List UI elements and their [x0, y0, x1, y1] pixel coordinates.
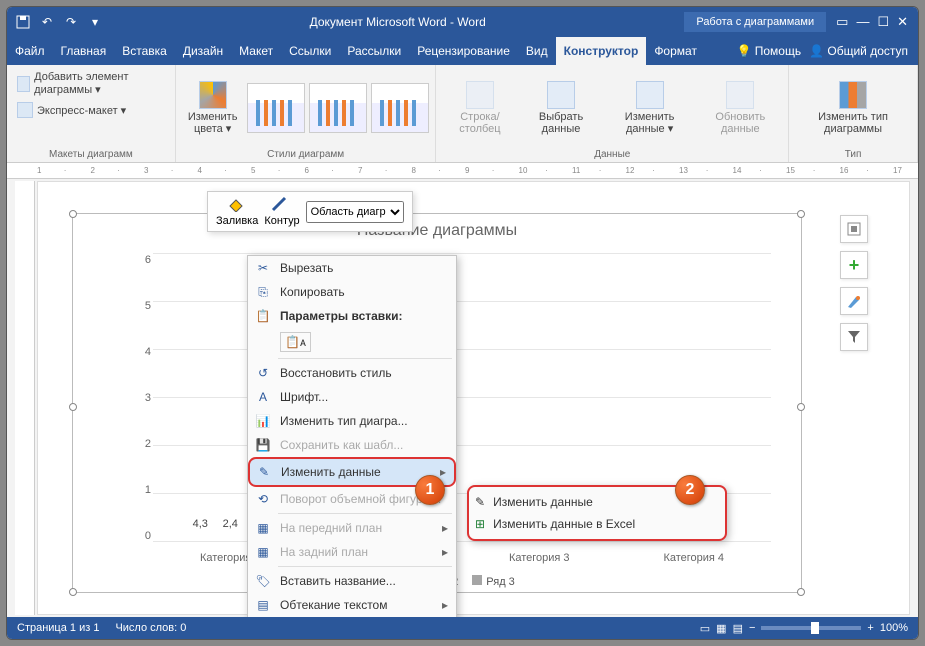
view-readmode-icon[interactable]: ▭	[700, 622, 710, 635]
resize-handle[interactable]	[797, 403, 805, 411]
chart-style-3[interactable]	[371, 83, 429, 133]
resize-handle[interactable]	[69, 210, 77, 218]
ctx-reset-style[interactable]: ↺Восстановить стиль	[248, 361, 456, 385]
change-chart-type-button[interactable]: Изменить тип диаграммы	[795, 77, 911, 139]
chart-style-1[interactable]	[247, 83, 305, 133]
ctx-save-template: 💾Сохранить как шабл...	[248, 433, 456, 457]
tab-constructor[interactable]: Конструктор	[556, 37, 647, 65]
tab-view[interactable]: Вид	[518, 37, 556, 65]
outline-button[interactable]: Контур	[264, 196, 299, 227]
tab-insert[interactable]: Вставка	[114, 37, 175, 65]
tab-format[interactable]: Формат	[646, 37, 705, 65]
ctx-copy[interactable]: ⎘Копировать	[248, 280, 456, 304]
chart-style-gallery[interactable]	[247, 83, 429, 133]
window-title: Документ Microsoft Word - Word	[111, 15, 684, 29]
close-icon[interactable]: ✕	[897, 14, 908, 30]
tab-design[interactable]: Дизайн	[175, 37, 231, 65]
ctx-change-chart-type[interactable]: 📊Изменить тип диагра...	[248, 409, 456, 433]
titlebar: ↶ ↷ ▾ Документ Microsoft Word - Word Раб…	[7, 7, 918, 37]
zoom-in-icon[interactable]: +	[867, 622, 873, 634]
change-colors-button[interactable]: Изменить цвета ▾	[182, 77, 244, 139]
vertical-ruler	[15, 181, 35, 615]
ribbon: Добавить элемент диаграммы ▾ Экспресс-ма…	[7, 65, 918, 163]
select-data-button[interactable]: Выбрать данные	[521, 77, 600, 139]
ctx-insert-caption[interactable]: 🏷Вставить название...	[248, 569, 456, 593]
tab-references[interactable]: Ссылки	[281, 37, 339, 65]
zoom-level[interactable]: 100%	[880, 622, 908, 634]
word-count[interactable]: Число слов: 0	[115, 622, 186, 634]
chart-styles-icon[interactable]	[840, 287, 868, 315]
chart-elements-icon[interactable]: +	[840, 251, 868, 279]
tab-home[interactable]: Главная	[53, 37, 115, 65]
ctx-wrap-text[interactable]: ▤Обтекание текстом▸	[248, 593, 456, 617]
tab-mailings[interactable]: Рассылки	[339, 37, 409, 65]
help-button[interactable]: 💡 Помощь	[736, 44, 801, 58]
maximize-icon[interactable]: ☐	[877, 14, 889, 30]
chart-area-selector[interactable]: Область диагр ▾	[306, 201, 404, 223]
share-button[interactable]: 👤 Общий доступ	[809, 44, 908, 58]
zoom-out-icon[interactable]: −	[749, 622, 755, 634]
undo-icon[interactable]: ↶	[39, 14, 55, 30]
ribbon-options-icon[interactable]: ▭	[836, 14, 848, 30]
page-indicator[interactable]: Страница 1 из 1	[17, 622, 99, 634]
edit-data-button[interactable]: Изменить данные ▾	[605, 77, 695, 139]
status-bar: Страница 1 из 1 Число слов: 0 ▭ ▦ ▤ − + …	[7, 617, 918, 639]
minimize-icon[interactable]: —	[856, 14, 869, 30]
fill-button[interactable]: Заливка	[216, 196, 258, 227]
submenu-edit-data-excel[interactable]: ⊞Изменить данные в Excel	[469, 513, 725, 535]
resize-handle[interactable]	[797, 588, 805, 596]
quick-layout-button[interactable]: Экспресс-макет ▾	[13, 100, 130, 120]
layout-options-icon[interactable]	[840, 215, 868, 243]
group-label-type: Тип	[845, 147, 862, 160]
callout-2: 2	[675, 475, 705, 505]
resize-handle[interactable]	[69, 588, 77, 596]
horizontal-ruler: 1·2·3·4·5·6·7·8·9·10·11·12·13·14·15·16·1…	[7, 163, 918, 179]
chart-title[interactable]: Название диаграммы	[73, 214, 801, 248]
redo-icon[interactable]: ↷	[63, 14, 79, 30]
save-icon[interactable]	[15, 14, 31, 30]
tab-review[interactable]: Рецензирование	[409, 37, 518, 65]
chart-filters-icon[interactable]	[840, 323, 868, 351]
ctx-cut[interactable]: ✂Вырезать	[248, 256, 456, 280]
view-print-icon[interactable]: ▦	[716, 622, 726, 635]
qat-more-icon[interactable]: ▾	[87, 14, 103, 30]
y-axis: 0123456	[133, 254, 151, 542]
view-web-icon[interactable]: ▤	[733, 622, 743, 635]
context-menu: ✂Вырезать ⎘Копировать 📋Параметры вставки…	[247, 255, 457, 640]
zoom-slider[interactable]	[761, 626, 861, 630]
ctx-paste-options: 📋Параметры вставки:	[248, 304, 456, 328]
callout-1: 1	[415, 475, 445, 505]
mini-toolbar: Заливка Контур Область диагр ▾	[207, 191, 413, 232]
ctx-paste-option-1[interactable]: 📋ᴀ	[248, 328, 456, 356]
refresh-data-button[interactable]: Обновить данные	[699, 77, 782, 139]
ctx-bring-front: ▦На передний план▸	[248, 516, 456, 540]
group-label-layouts: Макеты диаграмм	[49, 147, 133, 160]
chart-style-2[interactable]	[309, 83, 367, 133]
group-label-styles: Стили диаграмм	[267, 147, 344, 160]
resize-handle[interactable]	[69, 403, 77, 411]
resize-handle[interactable]	[797, 210, 805, 218]
x-axis: Категория 1Категория 2Категория 3Категор…	[153, 552, 771, 564]
tab-file[interactable]: Файл	[7, 37, 53, 65]
add-chart-element-button[interactable]: Добавить элемент диаграммы ▾	[13, 69, 169, 98]
switch-row-column-button[interactable]: Строка/столбец	[442, 77, 517, 139]
tab-layout[interactable]: Макет	[231, 37, 281, 65]
ribbon-tabs: Файл Главная Вставка Дизайн Макет Ссылки…	[7, 37, 918, 65]
chart-tools-context: Работа с диаграммами	[684, 12, 826, 32]
group-label-data: Данные	[594, 147, 630, 160]
ctx-font[interactable]: AШрифт...	[248, 385, 456, 409]
ctx-send-back: ▦На задний план▸	[248, 540, 456, 564]
